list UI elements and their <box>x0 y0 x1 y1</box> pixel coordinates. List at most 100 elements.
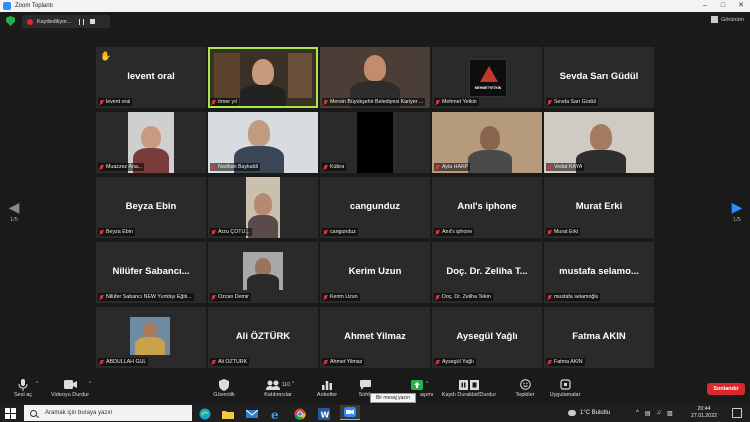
participant-tile[interactable]: Arzu ÇOTU... <box>208 177 318 238</box>
participant-label: Anıl's iphone <box>442 229 473 235</box>
keyboard-icon[interactable]: ▧ <box>667 410 673 417</box>
pause-stop-icon <box>438 378 500 391</box>
stop-recording-icon[interactable] <box>90 19 96 24</box>
participant-tile[interactable]: Ahmet Yilmaz Ahmet Yilmaz <box>320 307 430 368</box>
raised-hand-icon: ✋ <box>100 51 112 61</box>
muted-mic-icon <box>211 359 216 365</box>
system-tray: ^ ▤ ♫ ▧ <box>636 404 673 422</box>
audio-options-caret-icon[interactable]: ^ <box>36 381 38 387</box>
apps-button[interactable]: Uygulamalar <box>546 378 584 398</box>
participant-tile[interactable]: ABDULLAH GÜL <box>96 307 206 368</box>
share-options-caret-icon[interactable]: ^ <box>426 381 428 387</box>
participant-tile[interactable]: Anıl's iphone Anıl's iphone <box>432 177 542 238</box>
participant-tile[interactable]: Nilüfer Sabancı... Nilüfer Sabancı NEW Y… <box>96 242 206 303</box>
recording-dot-icon <box>27 18 33 25</box>
polls-label: Anketler <box>316 392 338 398</box>
pause-stop-recording-button[interactable]: Kaydı Duraklat/Durdur <box>438 378 500 398</box>
participant-label: Vedat KAYA <box>554 164 583 170</box>
participant-label: Mehmet Yetkin <box>442 99 477 105</box>
logo-text: MEHMETYETKİN <box>474 86 502 90</box>
security-button[interactable]: Güvenlik <box>208 378 240 398</box>
participant-tile[interactable]: Vedat KAYA <box>544 112 654 173</box>
participant-tile[interactable]: Ali ÖZTÜRK Ali ÖZTÜRK <box>208 307 318 368</box>
participants-count: 110 <box>282 381 290 388</box>
participant-name: Nilüfer Sabancı... <box>112 266 190 277</box>
participant-tile[interactable]: Fatma AKIN Fatma AKIN <box>544 307 654 368</box>
participant-tile[interactable]: Kübra <box>320 112 430 173</box>
pause-recording-icon[interactable] <box>79 18 85 25</box>
mail-icon[interactable] <box>245 407 259 419</box>
zoom-taskbar-button[interactable] <box>340 405 360 420</box>
cloud-icon <box>568 410 576 416</box>
previous-page-button[interactable]: ◀ 1/5 <box>4 200 24 223</box>
participant-tile[interactable]: Ozcan Demir <box>208 242 318 303</box>
muted-mic-icon <box>99 229 104 235</box>
svg-text:e: e <box>271 408 279 420</box>
network-icon[interactable]: ▤ <box>645 410 651 417</box>
edge-icon[interactable] <box>199 407 211 420</box>
word-icon[interactable]: W <box>318 407 330 420</box>
view-button[interactable]: Görünüm <box>711 16 744 23</box>
zoom-window: Zoom Toplantı – □ ✕ Kaydediliyor... Görü… <box>0 0 750 422</box>
participant-tile[interactable]: Murat Erki Murat Erki <box>544 177 654 238</box>
zoom-app-icon <box>3 2 11 10</box>
participants-caret-icon[interactable]: ^ <box>292 381 294 387</box>
security-label: Güvenlik <box>213 392 235 398</box>
company-logo: MEHMETYETKİN <box>469 59 507 97</box>
participant-name: cangunduz <box>349 201 401 212</box>
participant-tile[interactable]: cangunduz cangunduz <box>320 177 430 238</box>
muted-mic-icon <box>323 164 328 170</box>
participant-label: mustafa selamoğlu <box>554 294 599 300</box>
participant-tile[interactable]: Muazzez Ana... <box>96 112 206 173</box>
weather-widget[interactable]: 1°C Bulutlu <box>568 404 610 422</box>
notifications-icon[interactable] <box>732 408 742 418</box>
security-shield-icon[interactable] <box>6 16 15 26</box>
muted-mic-icon <box>99 294 104 300</box>
windows-start-icon[interactable] <box>5 408 16 419</box>
volume-icon[interactable]: ♫ <box>657 410 662 416</box>
participant-tile[interactable]: Aysegül Yağlı Aysegül Yağlı <box>432 307 542 368</box>
participant-tile[interactable]: Nartkan Baykaldi <box>208 112 318 173</box>
maximize-icon[interactable]: □ <box>714 0 732 12</box>
participant-tile[interactable]: MEHMETYETKİN Mehmet Yetkin <box>432 47 542 108</box>
participant-tile[interactable]: Ayla HARP <box>432 112 542 173</box>
muted-mic-icon <box>547 164 552 170</box>
window-title: Zoom Toplantı <box>15 3 53 9</box>
stop-video-button[interactable]: Videoyu Durdur <box>46 378 94 398</box>
taskbar-clock[interactable]: 20:44 27.01.2022 <box>691 406 717 420</box>
unmute-button[interactable]: Sesi aç <box>6 378 40 398</box>
recording-label: Kaydediliyor... <box>37 18 72 25</box>
participant-tile[interactable]: mustafa selamo... mustafa selamoğlu <box>544 242 654 303</box>
internet-explorer-icon[interactable]: e <box>270 407 282 422</box>
close-icon[interactable]: ✕ <box>732 0 750 12</box>
reactions-button[interactable]: Tepkiler <box>510 378 540 398</box>
participant-name: mustafa selamo... <box>559 266 639 277</box>
chrome-icon[interactable] <box>294 407 306 420</box>
participant-tile[interactable]: Doç. Dr. Zeliha T... Doç. Dr. Zeliha Tek… <box>432 242 542 303</box>
file-explorer-icon[interactable] <box>222 407 234 419</box>
end-meeting-button[interactable]: Sonlandır <box>707 383 745 395</box>
participant-tile[interactable]: Mersin Büyükşehir Belediyesi Kariyer ... <box>320 47 430 108</box>
smiley-icon <box>510 378 540 391</box>
pause-stop-recording-label: Kaydı Duraklat/Durdur <box>441 392 497 398</box>
next-page-button[interactable]: ▶ 1/5 <box>727 200 747 223</box>
participant-label: Ayla HARP <box>442 164 469 170</box>
shield-icon <box>208 378 240 391</box>
participant-label: Kerim Uzun <box>330 294 358 300</box>
participant-tile[interactable]: Sevda Sarı Güdül Sevda Sarı Güdül <box>544 47 654 108</box>
video-options-caret-icon[interactable]: ^ <box>89 381 91 387</box>
participant-tile-active-speaker[interactable]: ömer yıl <box>208 47 318 108</box>
participant-tile[interactable]: ✋ levent oral levent oral <box>96 47 206 108</box>
minimize-icon[interactable]: – <box>696 0 714 12</box>
windows-taskbar: Aramak için buraya yazın e W 1°C Bulutlu… <box>0 404 750 422</box>
taskbar-search-box[interactable]: Aramak için buraya yazın <box>24 405 192 421</box>
taskbar-search-placeholder: Aramak için buraya yazın <box>45 410 113 416</box>
participant-video <box>243 252 283 290</box>
page-indicator-right: 1/5 <box>733 217 741 223</box>
participant-label: ABDULLAH GÜL <box>106 359 147 365</box>
participant-tile[interactable]: Beyza Ebin Beyza Ebin <box>96 177 206 238</box>
tray-overflow-icon[interactable]: ^ <box>636 410 639 416</box>
participant-name: Ahmet Yilmaz <box>344 331 406 342</box>
polls-button[interactable]: Anketler <box>314 378 340 398</box>
participant-tile[interactable]: Kerim Uzun Kerim Uzun <box>320 242 430 303</box>
